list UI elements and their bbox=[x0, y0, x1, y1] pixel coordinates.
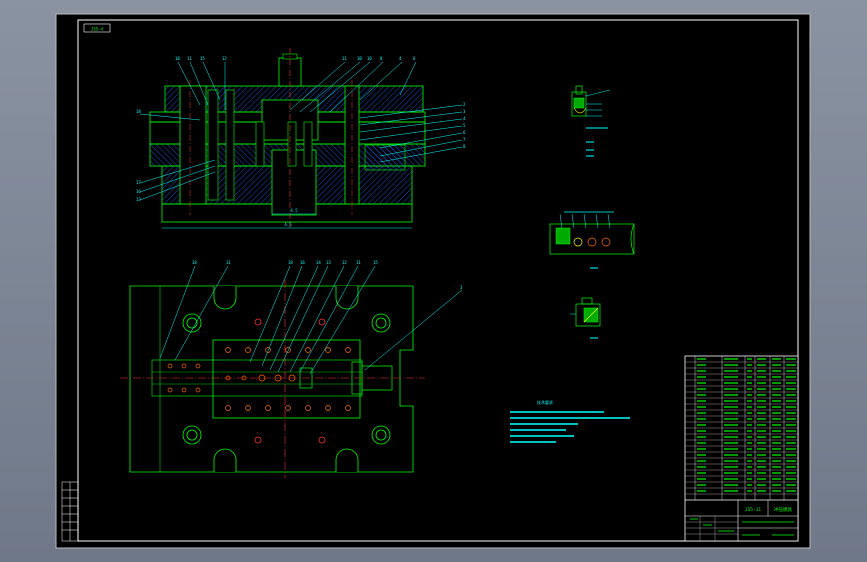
svg-text:14: 14 bbox=[316, 260, 321, 265]
svg-text:15: 15 bbox=[373, 260, 378, 265]
svg-text:11: 11 bbox=[187, 56, 192, 61]
title-block-code: JS5-11 bbox=[745, 507, 762, 513]
title-block-name: 冲压模具 bbox=[774, 506, 792, 513]
svg-text:13: 13 bbox=[136, 197, 141, 202]
svg-text:11: 11 bbox=[342, 56, 347, 61]
svg-text:18: 18 bbox=[288, 260, 293, 265]
svg-text:16: 16 bbox=[136, 189, 141, 194]
svg-text:16: 16 bbox=[367, 56, 372, 61]
svg-text:11: 11 bbox=[356, 260, 361, 265]
svg-text:12: 12 bbox=[222, 56, 227, 61]
svg-text:12: 12 bbox=[342, 260, 347, 265]
svg-text:18: 18 bbox=[136, 109, 141, 114]
title-block[interactable]: JS5-11 冲压模具 bbox=[684, 355, 799, 542]
svg-text:10: 10 bbox=[357, 56, 362, 61]
svg-text:11: 11 bbox=[226, 260, 231, 265]
svg-text:16: 16 bbox=[300, 260, 305, 265]
svg-text:17: 17 bbox=[136, 180, 141, 185]
corner-tag-text: JS5-4 bbox=[91, 27, 104, 32]
svg-text:18: 18 bbox=[175, 56, 180, 61]
notes-heading: 技术要求 bbox=[537, 399, 553, 405]
svg-text:15: 15 bbox=[200, 56, 205, 61]
svg-text:18: 18 bbox=[192, 260, 197, 265]
dimension-overall: 4.5 bbox=[284, 222, 292, 227]
svg-text:13: 13 bbox=[326, 260, 331, 265]
cad-drawing-canvas[interactable]: JS5-4 18 11 15 12 11 10 16 8 4 618 17161… bbox=[0, 0, 867, 562]
dimension-upper: 4.5 bbox=[290, 208, 298, 213]
